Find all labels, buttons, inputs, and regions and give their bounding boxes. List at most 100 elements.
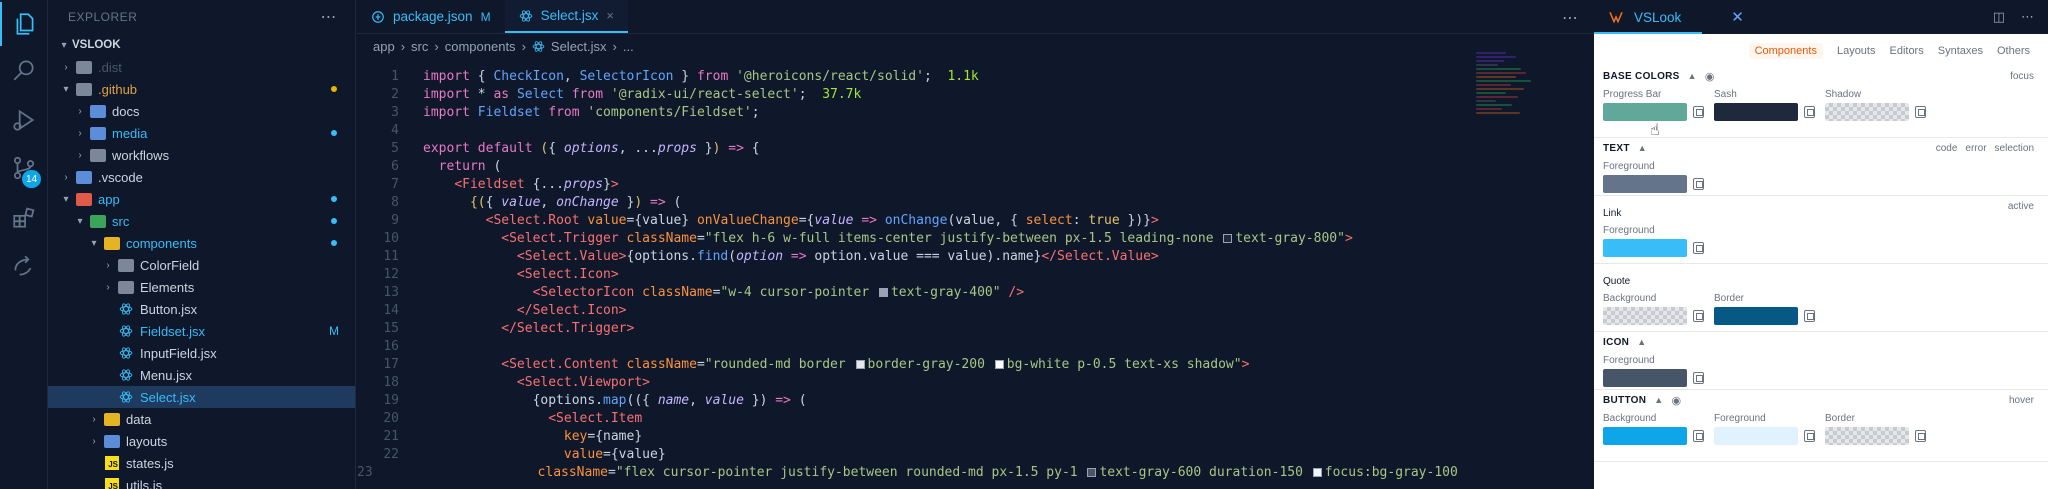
color-swatch[interactable] — [1825, 103, 1910, 121]
state-toggle[interactable]: focus — [2010, 71, 2034, 82]
state-toggle[interactable]: active — [2008, 201, 2034, 212]
color-swatch[interactable] — [1603, 307, 1688, 325]
tab-package-json[interactable]: package.json M — [357, 0, 505, 33]
color-swatch[interactable] — [1825, 427, 1910, 445]
code-line[interactable]: 22 value={value} — [357, 446, 1457, 464]
remote-activity-button[interactable] — [0, 244, 48, 288]
chevron-up-icon[interactable]: ▲ — [1638, 143, 1647, 153]
code-line[interactable]: 11 <Select.Value>{options.find(option =>… — [357, 248, 1457, 266]
panel-title[interactable]: VSLook — [1634, 10, 1681, 25]
file-item[interactable]: Select.jsx — [48, 386, 355, 408]
file-item[interactable]: Fieldset.jsx M — [48, 320, 355, 342]
breadcrumb-item[interactable]: app — [373, 39, 395, 54]
chevron-up-icon[interactable]: ▲ — [1688, 71, 1697, 81]
color-swatch[interactable] — [1603, 427, 1688, 445]
breadcrumb-item[interactable]: ... — [623, 39, 634, 54]
code-line[interactable]: 12 <Select.Icon> — [357, 266, 1457, 284]
close-icon[interactable]: ✕ — [1731, 8, 1744, 26]
copy-icon[interactable] — [1804, 106, 1815, 118]
folder-item[interactable]: › media — [48, 122, 355, 144]
state-toggle[interactable]: selection — [1995, 143, 2034, 154]
file-item[interactable]: InputField.jsx — [48, 342, 355, 364]
nav-tab-layouts[interactable]: Layouts — [1837, 45, 1876, 57]
copy-icon[interactable] — [1804, 310, 1815, 322]
section-header[interactable]: ICON ▲ — [1603, 332, 2034, 352]
code-editor[interactable]: 1 import { CheckIcon, SelectorIcon } from… — [357, 68, 1457, 489]
color-swatch[interactable] — [1714, 427, 1799, 445]
more-actions-icon[interactable]: ⋯ — [2021, 9, 2034, 25]
more-actions-icon[interactable]: ⋯ — [1562, 8, 1578, 28]
folder-item[interactable]: › .vscode — [48, 166, 355, 188]
code-line[interactable]: 2 import * as Select from '@radix-ui/reac… — [357, 86, 1457, 104]
workspace-root[interactable]: ▾ VSLOOK — [48, 34, 355, 56]
code-line[interactable]: 18 <Select.Viewport> — [357, 374, 1457, 392]
color-swatch[interactable] — [1603, 175, 1688, 193]
eye-icon[interactable]: ◉ — [1705, 70, 1715, 83]
section-header[interactable]: BUTTON ▲ ◉ — [1603, 390, 2034, 410]
folder-item[interactable]: › workflows — [48, 144, 355, 166]
minimap[interactable] — [1476, 52, 1546, 132]
file-item[interactable]: Menu.jsx — [48, 364, 355, 386]
split-editor-icon[interactable]: ◫ — [1993, 9, 2005, 25]
color-swatch[interactable] — [1603, 239, 1688, 257]
folder-item[interactable]: ▾ components — [48, 232, 355, 254]
explorer-activity-button[interactable] — [0, 2, 48, 46]
state-toggle[interactable]: hover — [2009, 395, 2034, 406]
code-line[interactable]: 23 className="flex cursor-pointer justif… — [357, 464, 1457, 482]
color-swatch[interactable] — [1714, 103, 1799, 121]
breadcrumb-item[interactable]: components — [445, 39, 516, 54]
state-toggle[interactable]: error — [1965, 143, 1986, 154]
code-line[interactable]: 15 </Select.Trigger> — [357, 320, 1457, 338]
copy-icon[interactable] — [1804, 430, 1815, 442]
copy-icon[interactable] — [1693, 178, 1704, 190]
color-swatch[interactable] — [1714, 307, 1799, 325]
copy-icon[interactable] — [1915, 430, 1926, 442]
code-line[interactable]: 7 <Fieldset {...props}> — [357, 176, 1457, 194]
file-item[interactable]: JS utils.js — [48, 474, 355, 489]
file-item[interactable]: JS states.js — [48, 452, 355, 474]
color-swatch[interactable] — [1603, 369, 1688, 387]
chevron-up-icon[interactable]: ▲ — [1654, 395, 1663, 405]
code-line[interactable]: 1 import { CheckIcon, SelectorIcon } from… — [357, 68, 1457, 86]
code-line[interactable]: 8 {({ value, onChange }) => ( — [357, 194, 1457, 212]
code-line[interactable]: 5 export default ({ options, ...props }) … — [357, 140, 1457, 158]
copy-icon[interactable] — [1693, 310, 1704, 322]
code-line[interactable]: 19 {options.map(({ name, value }) => ( — [357, 392, 1457, 410]
chevron-up-icon[interactable]: ▲ — [1637, 337, 1646, 347]
code-line[interactable]: 4 — [357, 122, 1457, 140]
extensions-activity-button[interactable] — [0, 196, 48, 240]
nav-tab-others[interactable]: Others — [1997, 45, 2030, 57]
folder-item[interactable]: › Elements — [48, 276, 355, 298]
code-line[interactable]: 10 <Select.Trigger className="flex h-6 w… — [357, 230, 1457, 248]
code-line[interactable]: 9 <Select.Root value={value} onValueChan… — [357, 212, 1457, 230]
file-item[interactable]: Button.jsx — [48, 298, 355, 320]
color-swatch[interactable] — [1603, 103, 1688, 121]
code-line[interactable]: 13 <SelectorIcon className="w-4 cursor-p… — [357, 284, 1457, 302]
folder-item[interactable]: › ColorField — [48, 254, 355, 276]
source-control-activity-button[interactable]: 14 — [0, 146, 48, 190]
state-toggle[interactable]: code — [1936, 143, 1958, 154]
nav-tab-components[interactable]: Components — [1748, 43, 1823, 59]
code-line[interactable]: 17 <Select.Content className="rounded-md… — [357, 356, 1457, 374]
copy-icon[interactable] — [1693, 242, 1704, 254]
section-header[interactable]: BASE COLORS ▲ ◉ — [1603, 66, 2034, 86]
nav-tab-editors[interactable]: Editors — [1889, 45, 1923, 57]
tab-select-jsx[interactable]: Select.jsx × — [504, 0, 628, 33]
code-line[interactable]: 21 key={name} — [357, 428, 1457, 446]
code-line[interactable]: 3 import Fieldset from 'components/Fields… — [357, 104, 1457, 122]
copy-icon[interactable] — [1693, 430, 1704, 442]
code-line[interactable]: 20 <Select.Item — [357, 410, 1457, 428]
copy-icon[interactable] — [1693, 106, 1704, 118]
eye-icon[interactable]: ◉ — [1672, 394, 1682, 407]
folder-item[interactable]: › data — [48, 408, 355, 430]
more-actions-icon[interactable]: ⋯ — [321, 7, 338, 27]
copy-icon[interactable] — [1693, 372, 1704, 384]
folder-item[interactable]: ▾ .github — [48, 78, 355, 100]
folder-item[interactable]: › layouts — [48, 430, 355, 452]
folder-item[interactable]: ▾ src — [48, 210, 355, 232]
nav-tab-syntaxes[interactable]: Syntaxes — [1938, 45, 1983, 57]
breadcrumb-item[interactable]: src — [411, 39, 428, 54]
code-line[interactable]: 16 — [357, 338, 1457, 356]
code-line[interactable]: 14 </Select.Icon> — [357, 302, 1457, 320]
run-debug-activity-button[interactable] — [0, 98, 48, 142]
